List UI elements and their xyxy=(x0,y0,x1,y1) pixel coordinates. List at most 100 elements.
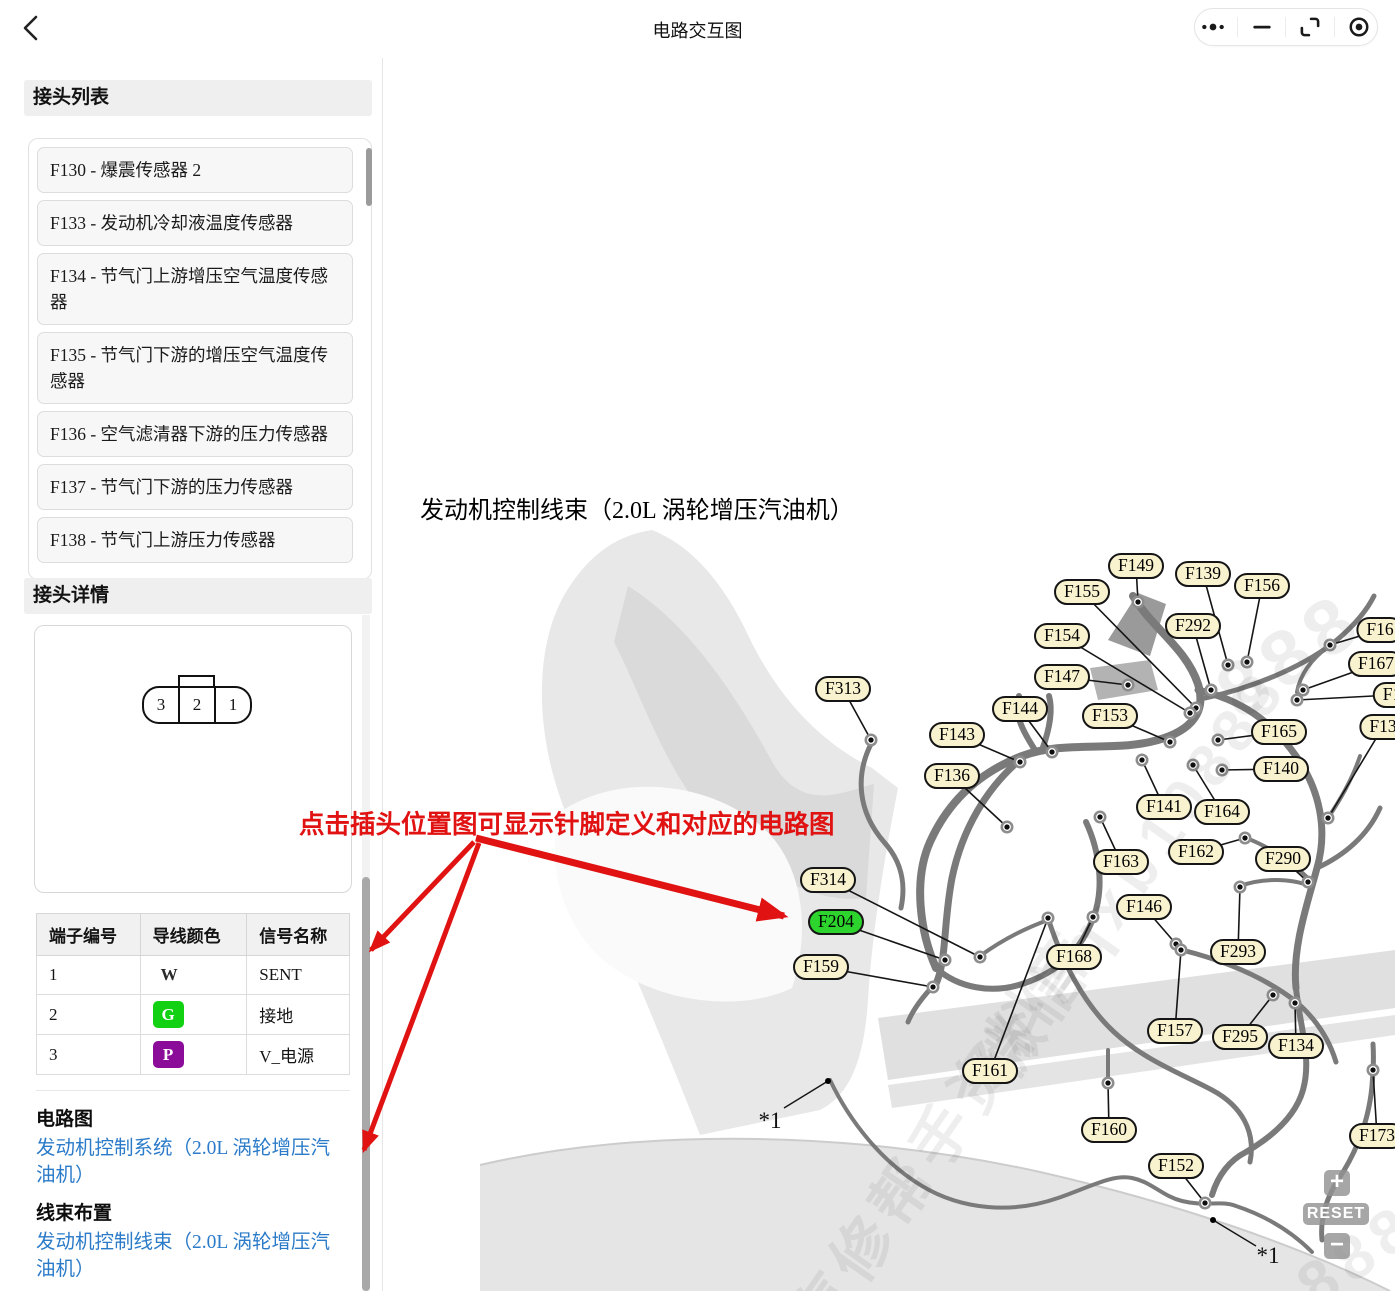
connector-label-F168[interactable]: F168 xyxy=(1046,944,1102,970)
connector-label-F147[interactable]: F147 xyxy=(1034,664,1090,690)
connector-label-F134[interactable]: F134 xyxy=(1268,1033,1324,1059)
wire-color-code: W xyxy=(161,965,178,984)
connector-label-F173[interactable]: F173 xyxy=(1349,1123,1395,1149)
capsule-divider xyxy=(1237,17,1238,37)
zoom-reset-button[interactable]: RESET xyxy=(1303,1203,1369,1225)
connector-label-F159[interactable]: F159 xyxy=(793,954,849,980)
window-capsule xyxy=(1194,8,1378,46)
minimize-button[interactable] xyxy=(1249,14,1275,40)
connector-detail-panel[interactable]: 3 2 1 xyxy=(34,625,352,893)
list-item[interactable]: F137 - 节气门下游的压力传感器 xyxy=(37,464,353,510)
connector-label-F144[interactable]: F144 xyxy=(992,696,1048,722)
signal-cell: 接地 xyxy=(247,995,350,1035)
diagram-title: 发动机控制线束（2.0L 涡轮增压汽油机） xyxy=(420,490,854,525)
minimize-icon xyxy=(1249,14,1275,40)
table-row: 3P V_电源 xyxy=(37,1035,350,1075)
footnote-marker: *1 xyxy=(1257,1243,1280,1269)
connector-label-F156[interactable]: F156 xyxy=(1234,573,1290,599)
pin-table: 端子编号 导线颜色 信号名称 1 W SENT 2G 接地 3P V_电源 xyxy=(36,913,350,1075)
list-item[interactable]: F130 - 爆震传感器 2 xyxy=(37,147,353,193)
connector-label-F314[interactable]: F314 xyxy=(800,867,856,893)
table-row: 2G 接地 xyxy=(37,995,350,1035)
terminal-cell: 3 xyxy=(37,1035,141,1075)
capsule-divider xyxy=(1334,17,1335,37)
connector-label-F136[interactable]: F136 xyxy=(924,763,980,789)
wire-color-code: P xyxy=(153,1041,184,1068)
annotation-hint-text: 点击插头位置图可显示针脚定义和对应的电路图 xyxy=(299,804,835,841)
connector-label-F292[interactable]: F292 xyxy=(1165,613,1221,639)
connector-label-F164[interactable]: F164 xyxy=(1194,799,1250,825)
connector-label-F149[interactable]: F149 xyxy=(1108,553,1164,579)
section-rule xyxy=(36,1090,350,1091)
wire-color-cell: G xyxy=(140,995,247,1035)
restore-icon xyxy=(1297,14,1323,40)
zoom-out-button[interactable]: − xyxy=(1324,1233,1350,1259)
col-terminal: 端子编号 xyxy=(37,914,141,956)
connector-label-F139[interactable]: F139 xyxy=(1175,561,1231,587)
circuit-diagram-link[interactable]: 发动机控制系统（2.0L 涡轮增压汽油机） xyxy=(36,1135,346,1189)
connector-label-F141[interactable]: F141 xyxy=(1136,794,1192,820)
sidebar-scrollbar-thumb[interactable] xyxy=(362,877,370,1291)
more-button[interactable] xyxy=(1200,14,1226,40)
connector-label-F295[interactable]: F295 xyxy=(1212,1024,1268,1050)
wire-color-cell: P xyxy=(140,1035,247,1075)
terminal-cell: 2 xyxy=(37,995,141,1035)
restore-button[interactable] xyxy=(1297,14,1323,40)
circuit-interactive-app: 汽修帮手资料库微信qxb10888888888 F313F149F155F139… xyxy=(0,0,1395,1291)
connector-label-F313[interactable]: F313 xyxy=(815,676,871,702)
terminal-cell: 1 xyxy=(37,956,141,995)
list-item[interactable]: F134 - 节气门上游增压空气温度传感器 xyxy=(37,253,353,325)
connector-list-header: 接头列表 xyxy=(24,80,372,116)
list-item[interactable]: F133 - 发动机冷却液温度传感器 xyxy=(37,200,353,246)
connector-label-F290[interactable]: F290 xyxy=(1255,846,1311,872)
signal-cell: SENT xyxy=(247,956,350,995)
connector-label-F154[interactable]: F154 xyxy=(1034,623,1090,649)
circuit-diagram-heading: 电路图 xyxy=(36,1104,93,1131)
connector-detail-header: 接头详情 xyxy=(24,578,372,614)
connector-label-F16[interactable]: F16 xyxy=(1356,617,1395,643)
zoom-in-button[interactable]: + xyxy=(1324,1170,1350,1196)
pin-cell-2[interactable]: 2 xyxy=(178,688,216,722)
sidebar: 接头列表 F130 - 爆震传感器 2F133 - 发动机冷却液温度传感器F13… xyxy=(0,58,382,1291)
connector-label-F162[interactable]: F162 xyxy=(1168,839,1224,865)
connector-label-F165[interactable]: F165 xyxy=(1251,719,1307,745)
connector-label-F155[interactable]: F155 xyxy=(1054,579,1110,605)
connector-label-F157[interactable]: F157 xyxy=(1147,1018,1203,1044)
capsule-divider xyxy=(1285,17,1286,37)
pin-cell-3[interactable]: 3 xyxy=(144,688,178,722)
connector-pin-diagram[interactable]: 3 2 1 xyxy=(142,686,252,724)
connector-label-F13[interactable]: F13 xyxy=(1359,714,1395,740)
list-item[interactable]: F136 - 空气滤清器下游的压力传感器 xyxy=(37,411,353,457)
more-dots-icon xyxy=(1200,14,1226,40)
table-row: 1 W SENT xyxy=(37,956,350,995)
harness-layout-link[interactable]: 发动机控制线束（2.0L 涡轮增压汽油机） xyxy=(36,1229,346,1283)
connector-label-F143[interactable]: F143 xyxy=(929,722,985,748)
footnote-marker: *1 xyxy=(759,1108,782,1134)
connector-label-F160[interactable]: F160 xyxy=(1081,1117,1137,1143)
list-item[interactable]: F138 - 节气门上游压力传感器 xyxy=(37,517,353,563)
connector-label-F140[interactable]: F140 xyxy=(1253,756,1309,782)
signal-cell: V_电源 xyxy=(247,1035,350,1075)
list-scrollbar-thumb[interactable] xyxy=(366,148,372,206)
connector-label-F163[interactable]: F163 xyxy=(1093,849,1149,875)
pin-table-body: 1 W SENT 2G 接地 3P V_电源 xyxy=(37,956,350,1075)
connector-label-F161[interactable]: F161 xyxy=(962,1058,1018,1084)
col-signal: 信号名称 xyxy=(247,914,350,956)
target-icon xyxy=(1346,14,1372,40)
connector-label-F152[interactable]: F152 xyxy=(1148,1153,1204,1179)
connector-label-F293[interactable]: F293 xyxy=(1210,939,1266,965)
harness-layout-heading: 线束布置 xyxy=(36,1198,112,1225)
wire-color-cell: W xyxy=(140,956,247,995)
connector-label-F1[interactable]: F1 xyxy=(1373,682,1395,708)
wire-color-code: G xyxy=(153,1001,184,1028)
page-title: 电路交互图 xyxy=(0,17,1395,43)
connector-label-F167[interactable]: F167 xyxy=(1348,651,1395,677)
list-item[interactable]: F135 - 节气门下游的增压空气温度传感器 xyxy=(37,332,353,404)
connector-label-F146[interactable]: F146 xyxy=(1116,894,1172,920)
pin-cell-1[interactable]: 1 xyxy=(216,688,250,722)
col-wire-color: 导线颜色 xyxy=(140,914,247,956)
connector-label-F153[interactable]: F153 xyxy=(1082,703,1138,729)
target-button[interactable] xyxy=(1346,14,1372,40)
connector-label-F204[interactable]: F204 xyxy=(808,909,864,935)
connector-list: F130 - 爆震传感器 2 F133 - 发动机冷却液温度传感器 F134 - 节… xyxy=(28,138,372,580)
